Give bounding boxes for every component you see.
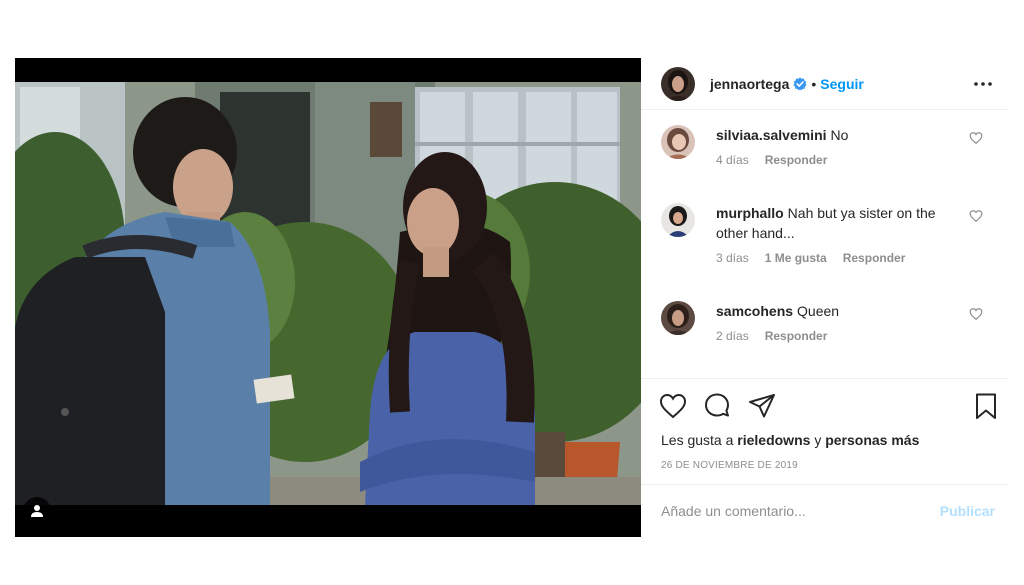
post-side-panel: jennaortega • Seguir silviaa.salvemini N… [641,58,1009,537]
comment-text: silviaa.salvemini No [716,125,956,145]
likes-summary: Les gusta a rieledowns y personas más [661,432,919,448]
post-media[interactable] [15,58,641,537]
reply-button[interactable]: Responder [843,251,906,265]
post-date[interactable]: 26 DE NOVIEMBRE DE 2019 [661,460,798,471]
likes-others-link[interactable]: personas más [825,432,919,448]
instagram-post-view: jennaortega • Seguir silviaa.salvemini N… [0,0,1024,585]
post-photo [15,82,641,505]
comment-like-heart-icon[interactable] [969,131,983,145]
comment-time[interactable]: 2 días [716,329,749,343]
comment-meta: 2 días Responder [716,329,827,343]
action-icons-row [641,379,1009,433]
publish-button[interactable]: Publicar [940,503,995,519]
likes-user-link[interactable]: rieledowns [737,432,810,448]
verified-badge-icon [793,77,807,91]
header-separator: • [811,75,817,92]
comment-text: samcohens Queen [716,301,956,321]
user-tag-button[interactable] [23,497,51,525]
comment-username[interactable]: samcohens [716,303,793,319]
reply-button[interactable]: Responder [765,153,828,167]
commenter-avatar[interactable] [661,125,695,159]
comment-meta: 3 días 1 Me gusta Responder [716,251,905,265]
commenter-avatar[interactable] [661,301,695,335]
post-header: jennaortega • Seguir [641,58,1009,110]
comment-username[interactable]: silviaa.salvemini [716,127,827,143]
comment-meta: 4 días Responder [716,153,827,167]
comment-icon[interactable] [702,391,732,421]
comment-text: murphallo Nah but ya sister on the other … [716,203,956,243]
comment-input[interactable] [661,503,921,519]
commenter-avatar-image [661,203,695,237]
likes-prefix: Les gusta a [661,432,734,448]
comment-item: murphallo Nah but ya sister on the other … [641,189,1009,285]
comments-list[interactable]: silviaa.salvemini No 4 días Responder mu… [641,111,1009,379]
comment-username[interactable]: murphallo [716,205,784,221]
heart-icon[interactable] [658,391,688,421]
send-icon[interactable] [747,391,777,421]
likes-conjunction: y [814,432,822,448]
comment-body: Queen [797,303,840,319]
more-options-button[interactable] [971,72,995,96]
author-avatar-image [661,66,695,101]
scene-illustration [15,82,641,505]
comment-time[interactable]: 4 días [716,153,749,167]
follow-button[interactable]: Seguir [820,76,864,92]
commenter-avatar-image [661,125,695,159]
reply-button[interactable]: Responder [765,329,828,343]
commenter-avatar[interactable] [661,203,695,237]
bookmark-icon[interactable] [971,391,1001,421]
comment-like-heart-icon[interactable] [969,307,983,321]
author-avatar[interactable] [661,66,695,101]
post-actions: Les gusta a rieledowns y personas más 26… [641,378,1009,471]
comment-like-heart-icon[interactable] [969,209,983,223]
add-comment-bar: Publicar [641,484,1009,537]
comment-time[interactable]: 3 días [716,251,749,265]
author-username[interactable]: jennaortega [710,76,789,92]
comment-body: No [830,127,849,143]
comment-likes-count[interactable]: 1 Me gusta [765,251,827,265]
commenter-avatar-image [661,301,695,335]
comment-item: silviaa.salvemini No 4 días Responder [641,111,1009,183]
more-horizontal-icon [974,82,992,86]
comment-item: samcohens Queen 2 días Responder [641,287,1009,359]
person-icon [31,505,43,517]
